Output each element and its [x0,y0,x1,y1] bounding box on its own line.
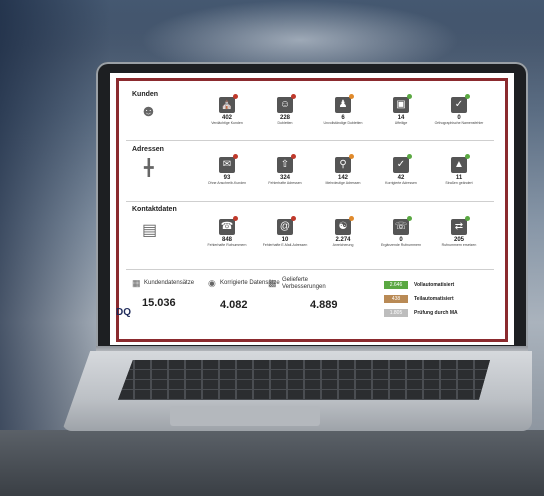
gelieferte-value: 4.889 [310,299,338,311]
tile-fehlerhafte-adressen[interactable]: ⇧ 324 Fehlerhafte Adressen [260,154,310,185]
tile-label: Uffeilige [394,121,408,125]
tile-korrigierte-adressen[interactable]: ✓ 42 Korrigierte Adressen [376,154,426,185]
table-surface [0,430,544,496]
window-icon: ▣ [393,94,412,113]
tile-label: Ohne Anschreib-Kunden [207,181,247,185]
tile-verdaechtige-kunden[interactable]: ⛪ 402 Verdächtige Kunden [202,94,252,125]
tile-mehrdeutige-adressen[interactable]: ⚲ 142 Mehrdeutige Adressen [318,154,368,185]
legend-pruefung-value: 1.805 [384,309,408,317]
tile-anreicherung[interactable]: ☯ 2.274 Anreicherung [318,216,368,247]
tile-label: Unvollständige Dubletten [323,121,363,125]
tile-namensfehler[interactable]: ✓ 0 Orthographische Namensfehler [434,94,484,125]
legend-pruefung-label: Prüfung durch MA [414,310,458,316]
tile-label: Verdächtige Kunden [211,121,243,125]
at-icon: @ [277,216,296,235]
envelope-icon: ✉ [219,154,238,173]
tile-dubletten[interactable]: ☺ 228 Dubletten [260,94,310,125]
tile-uffeilige[interactable]: ▣ 14 Uffeilige [376,94,426,125]
tile-label: Fehlerhafte Rufnummern [207,243,247,247]
phone-swap-icon: ⇄ [451,216,470,235]
house-search-icon: ⚲ [335,154,354,173]
tile-strassen-geaendert[interactable]: ▲ 11 Straßen geändert [434,154,484,185]
database-icon: ▦ [132,278,141,288]
signpost-icon: ╋ [144,160,154,177]
tile-rufnummern-ersetzen[interactable]: ⇄ 205 Rufnummern ersetzen [434,216,484,247]
road-icon: ▲ [451,154,470,173]
people-icon: ☯ [335,216,354,235]
house-up-icon: ⇧ [277,154,296,173]
chart-icon: ▩ [268,278,277,288]
tile-label: Rufnummern ersetzen [441,243,477,247]
tile-label: Korrigierte Adressen [385,181,417,185]
section-adressen-label: Adressen [132,146,164,153]
tile-label: Anreicherung [332,243,354,247]
tile-label: Orthographische Namensfehler [434,121,484,125]
section-kontaktdaten-label: Kontaktdaten [132,206,177,213]
legend-vollautomatisiert-label: Vollautomatisiert [414,282,455,288]
tile-label: Straßen geändert [445,181,473,185]
tile-label: Mehrdeutige Adressen [325,181,361,185]
divider [126,269,494,270]
phone-person-icon: ☎ [219,216,238,235]
kundendatensaetze-label: Kundendatensätze [144,280,195,286]
legend-teilautomatisiert-value: 438 [384,295,408,303]
tile-unvollstaendige-dubletten[interactable]: ♟ 6 Unvollständige Dubletten [318,94,368,125]
tile-fehlerhafte-email[interactable]: @ 10 Fehlerhafte E-Mail-Adressen [260,216,310,247]
gelieferte-label: Gelieferte Verbesserungen [282,277,326,290]
section-kunden-label: Kunden [132,91,159,98]
address-book-icon: ▤ [142,222,158,239]
divider [126,140,494,141]
house-check-icon: ✓ [393,154,412,173]
legend-teilautomatisiert-label: Teilautomatisiert [414,296,454,302]
abc-check-icon: ✓ [451,94,470,113]
kundendatensaetze-value: 15.036 [142,297,176,309]
divider [126,201,494,202]
tile-ohne-anschreib-kunden[interactable]: ✉ 93 Ohne Anschreib-Kunden [202,154,252,185]
phone-check-icon: ☏ [393,216,412,235]
database-check-icon: ◉ [208,278,216,288]
tile-label: Dubletten [277,121,293,125]
tile-label: Fehlerhafte Adressen [268,181,302,185]
building-icon: ⛪ [219,94,238,113]
tile-ergaenzende-rufnummern[interactable]: ☏ 0 Ergänzende Rufnummern [376,216,426,247]
tile-label: Ergänzende Rufnummern [380,243,422,247]
tile-fehlerhafte-rufnummern[interactable]: ☎ 848 Fehlerhafte Rufnummern [202,216,252,247]
dq-logo: DQ [116,307,131,318]
keyboard-rows [118,360,490,400]
laptop-screen: Kunden ☻ Adressen ╋ Kontaktdaten ▤ ⛪ 402… [110,73,514,345]
trackpad [170,406,320,426]
person-icon: ☻ [140,103,157,120]
korrigierte-value: 4.082 [220,299,248,311]
group-icon: ♟ [335,94,354,113]
legend-vollautomatisiert-value: 2.646 [384,281,408,289]
tile-label: Fehlerhafte E-Mail-Adressen [262,243,308,247]
person-card-icon: ☺ [277,94,296,113]
